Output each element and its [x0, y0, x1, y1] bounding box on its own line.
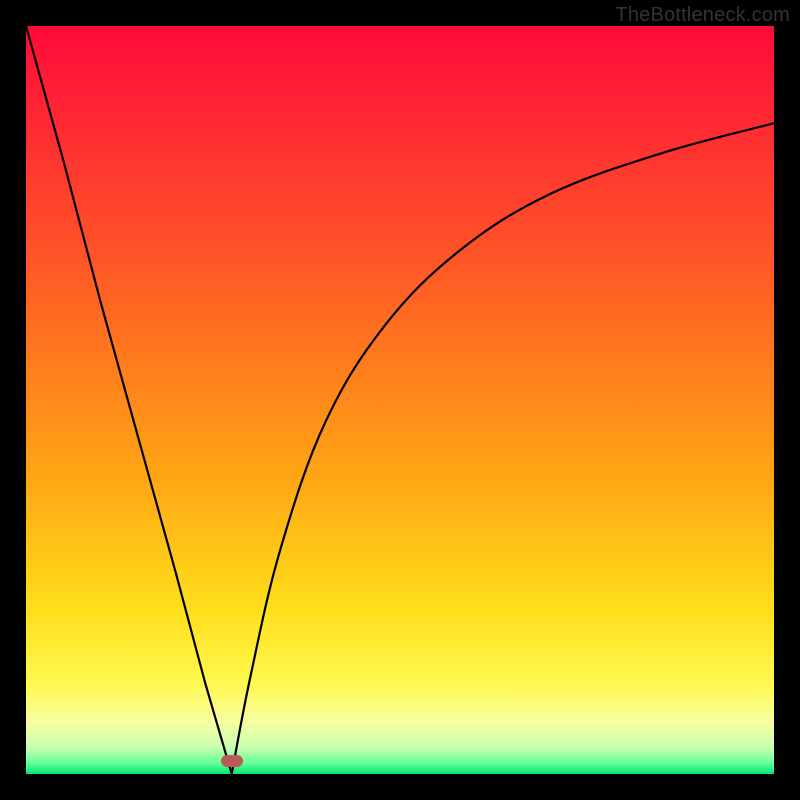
watermark-text: TheBottleneck.com — [615, 4, 790, 27]
gradient-plot-area — [26, 26, 774, 774]
optimal-point-marker — [221, 755, 243, 767]
chart-frame: TheBottleneck.com — [0, 0, 800, 800]
bottleneck-curve — [26, 26, 774, 774]
